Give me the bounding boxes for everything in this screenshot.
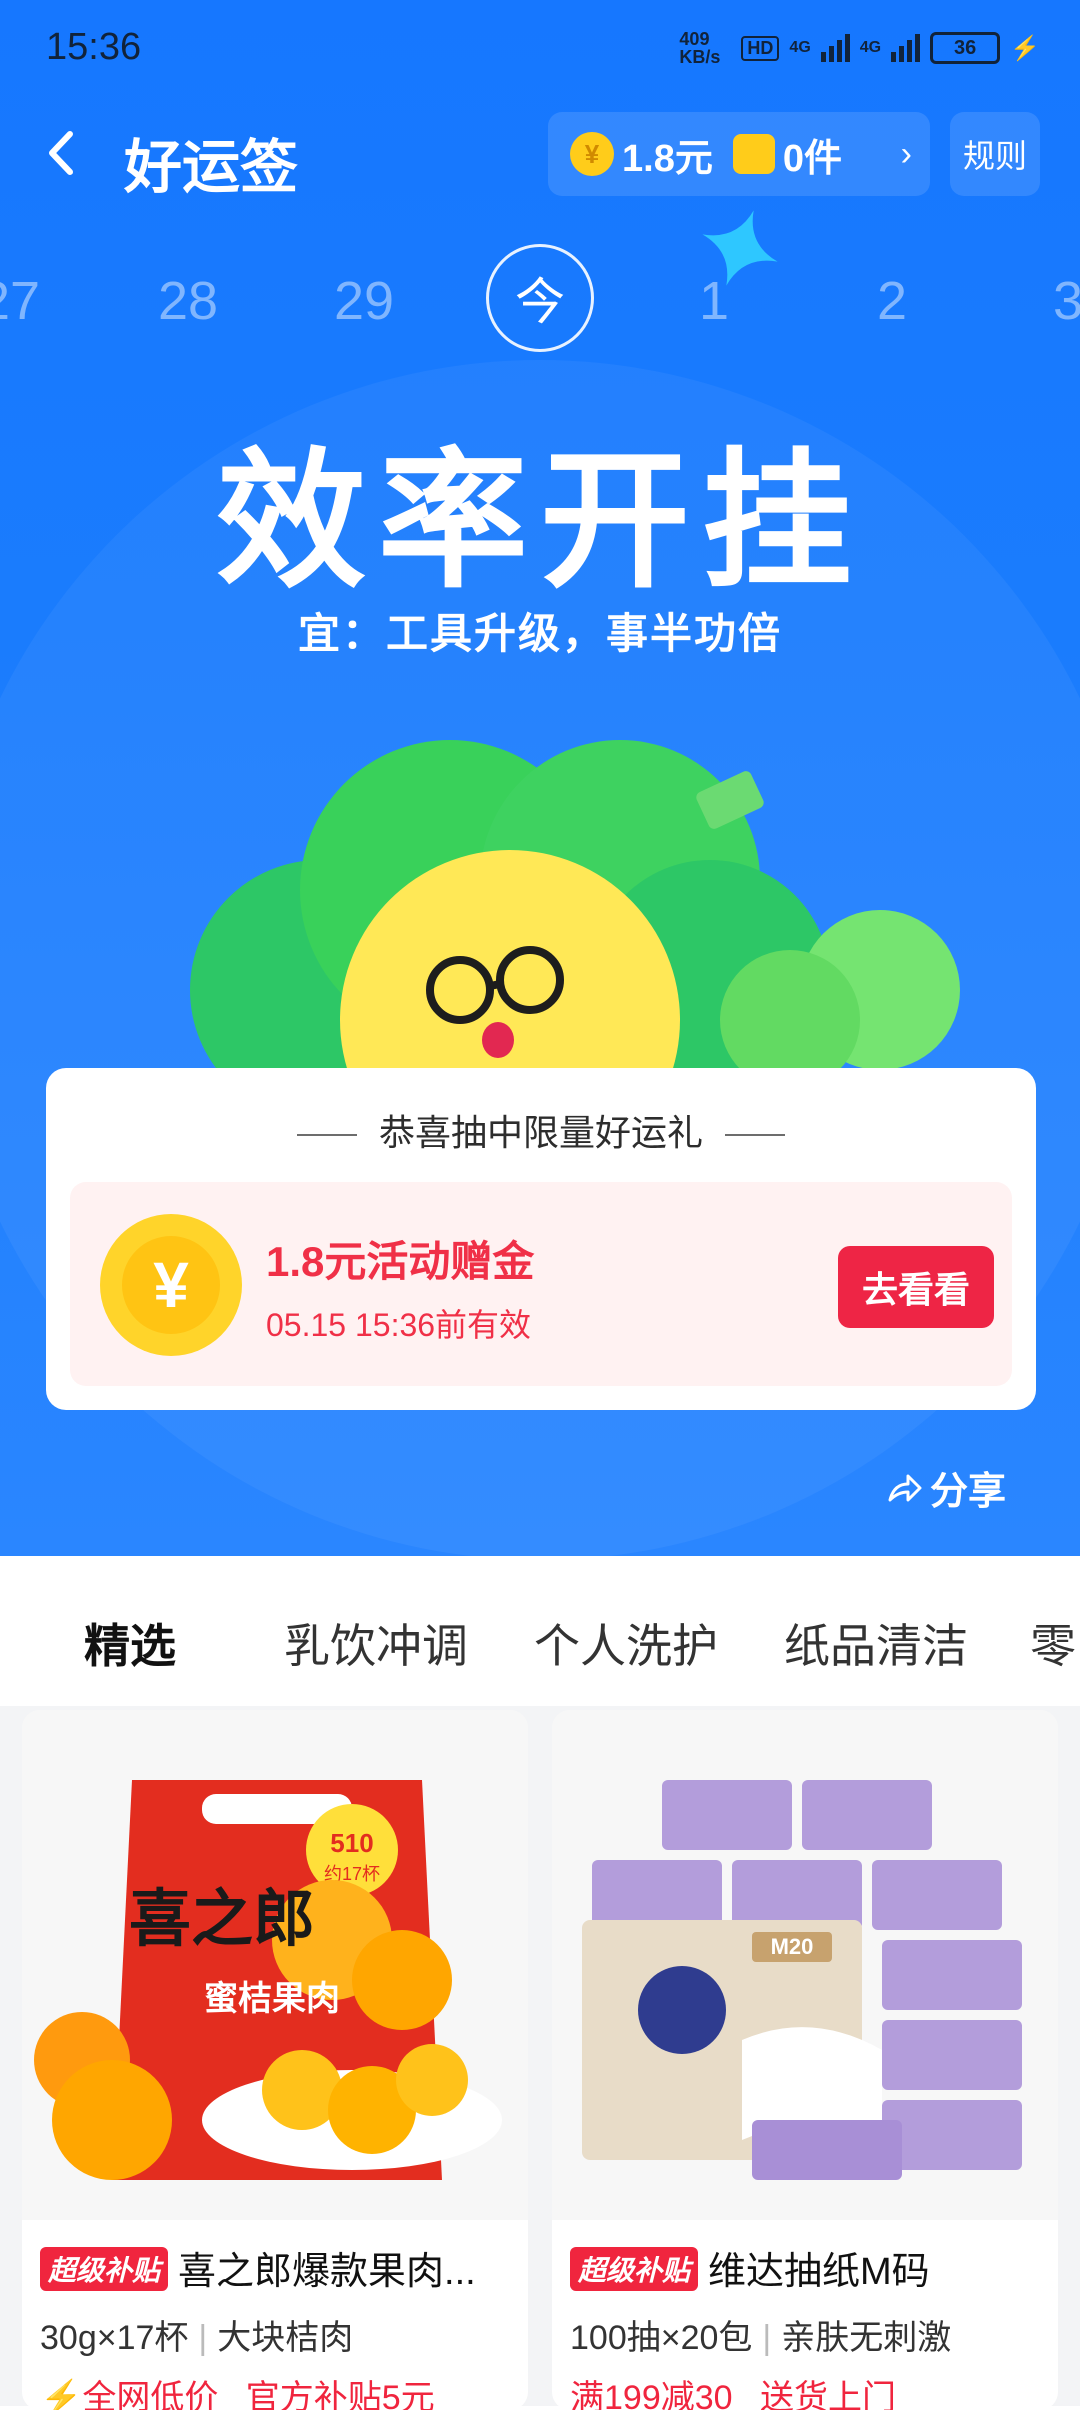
product-spec: 30g×17杯 bbox=[40, 2319, 189, 2357]
fortune-hero: 15:36 409 KB/s HD 4G 4G 36 ⚡ 好运签 ¥ 1.8元 … bbox=[0, 0, 1080, 1560]
reward-title: 1.8元活动赠金 bbox=[266, 1238, 535, 1285]
wallet-summary-button[interactable]: ¥ 1.8元 0件 › bbox=[548, 112, 930, 196]
fortune-advice: 宜：工具升级，事半功倍 bbox=[297, 610, 782, 657]
product-feature: 大块桔肉 bbox=[217, 2319, 354, 2357]
page-title: 好运签 bbox=[124, 135, 299, 200]
product-title: 超级补贴 喜之郎爆款果肉... bbox=[40, 2240, 520, 2295]
promo-subsidy: 官方补贴5元 bbox=[245, 2379, 435, 2410]
fortune-headline: 效率开挂 bbox=[215, 437, 864, 605]
reward-item[interactable]: ¥ 1.8元活动赠金 05.15 15:36前有效 去看看 bbox=[70, 1182, 1012, 1386]
coin-icon: ¥ bbox=[100, 1214, 242, 1356]
pack-brand: 喜之郎 bbox=[129, 1885, 315, 1954]
gift-bag-icon bbox=[732, 134, 775, 174]
date-item[interactable]: 28 bbox=[158, 270, 218, 332]
tab-snacks[interactable]: 零 bbox=[1030, 1610, 1076, 1676]
tab-featured[interactable]: 精选 bbox=[84, 1610, 176, 1676]
coin-icon: ¥ bbox=[570, 132, 614, 176]
status-time: 15:36 bbox=[46, 26, 142, 68]
today-date[interactable]: 今 bbox=[486, 244, 594, 352]
reward-expiry: 05.15 15:36前有效 bbox=[266, 1307, 532, 1343]
yuan-symbol: ¥ bbox=[122, 1236, 220, 1334]
net-4g-label-2: 4G bbox=[859, 39, 882, 56]
category-tabs: 精选 乳饮冲调 个人洗护 纸品清洁 零 bbox=[0, 1610, 1080, 1744]
share-icon bbox=[888, 1474, 922, 1501]
date-item[interactable]: 27 bbox=[0, 270, 40, 332]
rules-button[interactable]: 规则 bbox=[950, 112, 1040, 196]
back-arrow-icon[interactable] bbox=[42, 128, 82, 178]
chevron-right-icon: › bbox=[900, 134, 912, 173]
reward-caption: 恭喜抽中限量好运礼 bbox=[46, 1104, 1036, 1156]
hd-icon: HD bbox=[741, 35, 780, 61]
status-icons: 409 KB/s HD 4G 4G 36 ⚡ bbox=[679, 30, 1040, 66]
reward-card: 恭喜抽中限量好运礼 ¥ 1.8元活动赠金 05.15 15:36前有效 去看看 bbox=[46, 1068, 1036, 1410]
product-promo: ⚡全网低价 官方补贴5元 bbox=[40, 2370, 435, 2410]
product-promo: 满199减30 送货上门 bbox=[570, 2370, 896, 2410]
signal-icon-2 bbox=[891, 34, 921, 62]
status-bar: 15:36 409 KB/s HD 4G 4G 36 ⚡ bbox=[0, 0, 1080, 100]
tab-personal-care[interactable]: 个人洗护 bbox=[534, 1610, 718, 1676]
lightning-icon: ⚡ bbox=[40, 2379, 83, 2410]
sparkle-icon bbox=[702, 210, 778, 286]
product-card[interactable]: M20 超级补贴 维达抽纸M码 100抽×20包 | 亲肤无刺激 满199减30 送货… bbox=[552, 1710, 1058, 2410]
super-subsidy-badge: 超级补贴 bbox=[570, 2247, 699, 2291]
net-4g-label-1: 4G bbox=[789, 39, 811, 56]
promo-lowest-price: 全网低价 bbox=[82, 2379, 219, 2410]
product-image-tissue: M20 bbox=[552, 1710, 1058, 2220]
battery-icon: 36 bbox=[930, 32, 1001, 64]
signal-icon-1 bbox=[820, 34, 850, 62]
view-reward-button[interactable]: 去看看 bbox=[838, 1246, 994, 1328]
share-label: 分享 bbox=[930, 1471, 1007, 1513]
product-specs: 30g×17杯 | 大块桔肉 bbox=[40, 2319, 354, 2357]
network-speed: 409 KB/s bbox=[679, 29, 721, 67]
product-name: 维达抽纸M码 bbox=[708, 2251, 930, 2293]
coin-balance: 1.8元 bbox=[622, 137, 713, 180]
product-spec: 100抽×20包 bbox=[570, 2319, 753, 2357]
super-subsidy-badge: 超级补贴 bbox=[40, 2247, 169, 2291]
box-size-label: M20 bbox=[771, 1934, 814, 1959]
product-section: 精选 乳饮冲调 个人洗护 纸品清洁 零 510 约17杯 喜之郎 蜜桔果肉 超级… bbox=[0, 1556, 1080, 2410]
item-count: 0件 bbox=[782, 137, 842, 180]
tab-paper-cleaning[interactable]: 纸品清洁 bbox=[784, 1610, 968, 1676]
date-item[interactable]: 2 bbox=[877, 270, 907, 332]
tab-dairy-drinks[interactable]: 乳饮冲调 bbox=[284, 1610, 468, 1676]
pack-weight-badge: 510 bbox=[330, 1828, 373, 1858]
mascot-illustration bbox=[190, 740, 960, 1080]
date-item[interactable]: 29 bbox=[334, 270, 394, 332]
product-specs: 100抽×20包 | 亲肤无刺激 bbox=[570, 2319, 952, 2357]
product-card[interactable]: 510 约17杯 喜之郎 蜜桔果肉 超级补贴 喜之郎爆款果肉... 30g×17杯… bbox=[22, 1710, 528, 2410]
promo-discount: 满199减30 bbox=[570, 2379, 733, 2410]
product-image-jelly: 510 约17杯 喜之郎 蜜桔果肉 bbox=[22, 1710, 528, 2220]
product-feature: 亲肤无刺激 bbox=[781, 2319, 952, 2357]
product-name: 喜之郎爆款果肉... bbox=[178, 2251, 476, 2293]
date-item[interactable]: 3 bbox=[1053, 270, 1080, 332]
share-button[interactable]: 分享 bbox=[884, 1460, 1006, 1515]
product-title: 超级补贴 维达抽纸M码 bbox=[570, 2240, 1050, 2295]
promo-delivery: 送货上门 bbox=[760, 2379, 896, 2410]
pack-product-name: 蜜桔果肉 bbox=[204, 1980, 340, 2018]
charging-icon: ⚡ bbox=[1010, 34, 1040, 62]
